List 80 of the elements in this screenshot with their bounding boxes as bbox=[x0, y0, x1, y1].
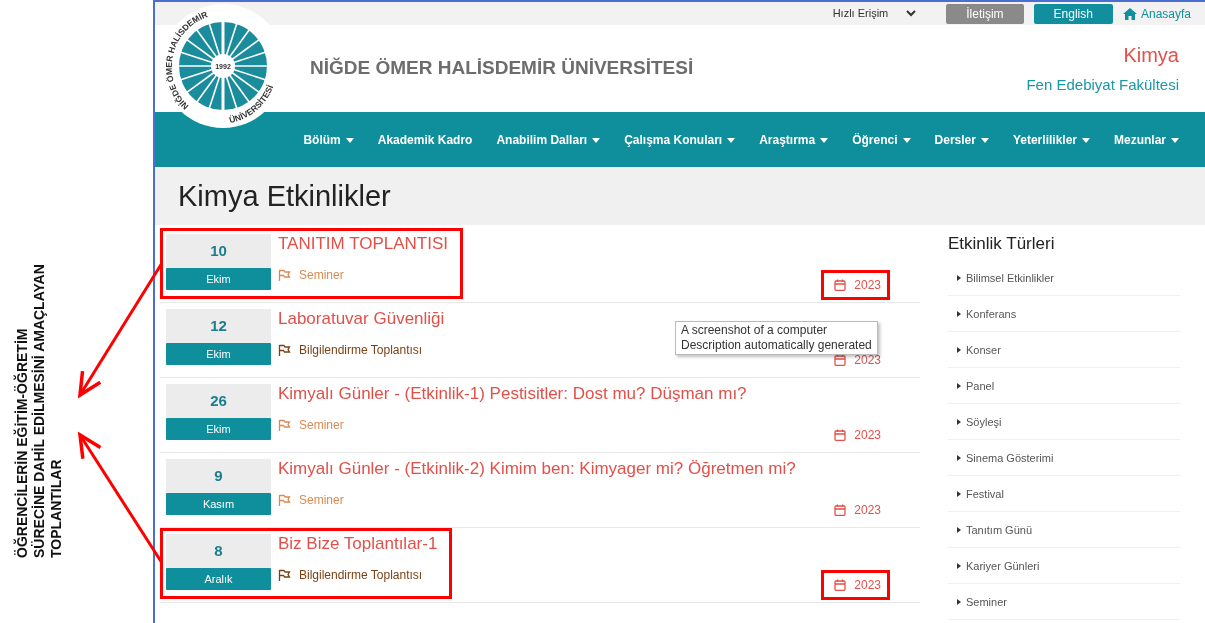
page-title: Kimya Etkinlikler bbox=[178, 178, 391, 214]
event-category: Bilgilendirme Toplantısı bbox=[299, 567, 423, 584]
sidebar-link[interactable]: Panel bbox=[948, 368, 1180, 405]
event-title-link[interactable]: TANITIM TOPLANTISI bbox=[278, 234, 449, 254]
sidebar-link[interactable]: Festival bbox=[948, 476, 1180, 513]
calendar-icon bbox=[834, 279, 847, 291]
home-icon bbox=[1122, 7, 1137, 20]
caret-icon bbox=[957, 490, 961, 497]
university-name: NİĞDE ÖMER HALİSDEMİR ÜNİVERSİTESİ bbox=[310, 56, 694, 81]
event-title-link[interactable]: Kimyalı Günler - (Etkinlik-2) Kimim ben: Kimyager mi? Öğretmen mi? bbox=[278, 459, 796, 479]
sidebar-title: Etkinlik Türleri bbox=[948, 234, 1056, 255]
caret-icon bbox=[1171, 137, 1179, 143]
calendar-icon bbox=[834, 579, 847, 591]
tooltip: A screenshot of a computer Description automatically generated bbox=[675, 321, 878, 355]
nav-link[interactable]: Bölüm bbox=[303, 130, 354, 149]
nav-link[interactable]: Akademik Kadro bbox=[377, 130, 473, 149]
day-number: 8 bbox=[214, 541, 223, 561]
sidebar-link[interactable]: Konferans bbox=[948, 296, 1180, 333]
caret-icon bbox=[957, 562, 961, 569]
event-year: 2023 bbox=[854, 277, 881, 294]
day-number: 10 bbox=[210, 241, 227, 261]
caret-icon bbox=[957, 346, 961, 353]
day-number: 26 bbox=[210, 391, 227, 411]
event-year: 2023 bbox=[854, 352, 881, 369]
caret-icon bbox=[957, 418, 961, 425]
event-title-link[interactable]: Laboratuvar Güvenliği bbox=[278, 309, 445, 329]
nav-link[interactable]: Mezunlar bbox=[1114, 130, 1179, 149]
chevron-down-icon bbox=[906, 10, 917, 17]
department-name: Kimya bbox=[1122, 43, 1179, 69]
event-title-link[interactable]: Kimyalı Günler - (Etkinlik-1) Pestisitler: Dost mu? Düşman mı? bbox=[278, 384, 747, 404]
month-label: Ekim bbox=[166, 418, 271, 440]
event-title-link[interactable]: Biz Bize Toplantılar-1 bbox=[278, 534, 438, 554]
faculty-name: Fen Edebiyat Fakültesi bbox=[1026, 75, 1179, 96]
caret-icon bbox=[957, 310, 961, 317]
calendar-icon bbox=[834, 354, 847, 366]
sidebar-link[interactable]: Seminer bbox=[948, 584, 1180, 621]
caret-icon bbox=[902, 137, 911, 143]
event-year: 2023 bbox=[854, 577, 881, 594]
caret-icon bbox=[592, 137, 601, 143]
caret-icon bbox=[345, 137, 354, 143]
day-number: 12 bbox=[210, 316, 227, 336]
caret-icon bbox=[820, 137, 829, 143]
home-link[interactable]: Anasayfa bbox=[1122, 4, 1191, 23]
event-category: Bilgilendirme Toplantısı bbox=[299, 342, 423, 359]
month-label: Aralık bbox=[166, 568, 271, 590]
language-button[interactable]: English bbox=[1033, 3, 1113, 24]
annotation-text: ÖĞRENCİLERİN EĞİTİM-ÖĞRETİM SÜRECİNE DAHİL EDİLMESİNİ AMAÇLAYAN TOPLANTILAR bbox=[14, 263, 65, 558]
contact-button[interactable]: İletişim bbox=[946, 3, 1024, 24]
month-label: Kasım bbox=[166, 493, 271, 515]
event-year: 2023 bbox=[854, 502, 881, 519]
nav-link[interactable]: Araştırma bbox=[759, 130, 829, 149]
nav-link[interactable]: Anabilim Dalları bbox=[496, 130, 601, 149]
event-category: Seminer bbox=[299, 267, 344, 284]
nav-link[interactable]: Öğrenci bbox=[852, 130, 911, 149]
event-year: 2023 bbox=[854, 427, 881, 444]
calendar-icon bbox=[834, 504, 847, 516]
sidebar-link[interactable]: Konser bbox=[948, 332, 1180, 369]
caret-icon bbox=[957, 382, 961, 389]
caret-icon bbox=[957, 598, 961, 605]
caret-icon bbox=[957, 526, 961, 533]
nav-link[interactable]: Yeterlilikler bbox=[1012, 130, 1090, 149]
sidebar-link[interactable]: Bilimsel Etkinlikler bbox=[948, 260, 1180, 297]
caret-icon bbox=[1082, 137, 1090, 143]
caret-icon bbox=[727, 137, 736, 143]
month-label: Ekim bbox=[166, 343, 271, 365]
event-category: Seminer bbox=[299, 492, 344, 509]
nav-link[interactable]: Dersler bbox=[934, 130, 989, 149]
caret-icon bbox=[957, 274, 961, 281]
caret-icon bbox=[980, 137, 989, 143]
sidebar-link[interactable]: Kariyer Günleri bbox=[948, 548, 1180, 585]
event-category: Seminer bbox=[299, 417, 344, 434]
nav-link[interactable]: Çalışma Konuları bbox=[624, 130, 736, 149]
sidebar-link[interactable]: Tanıtım Günü bbox=[948, 512, 1180, 549]
quick-access-dropdown[interactable]: Hızlı Erişim bbox=[832, 5, 917, 22]
day-number: 9 bbox=[214, 466, 223, 486]
calendar-icon bbox=[834, 429, 847, 441]
sidebar-link[interactable]: Sinema Gösterimi bbox=[948, 440, 1180, 477]
month-label: Ekim bbox=[166, 268, 271, 290]
caret-icon bbox=[957, 454, 961, 461]
sidebar-link[interactable]: Söyleşi bbox=[948, 404, 1180, 441]
